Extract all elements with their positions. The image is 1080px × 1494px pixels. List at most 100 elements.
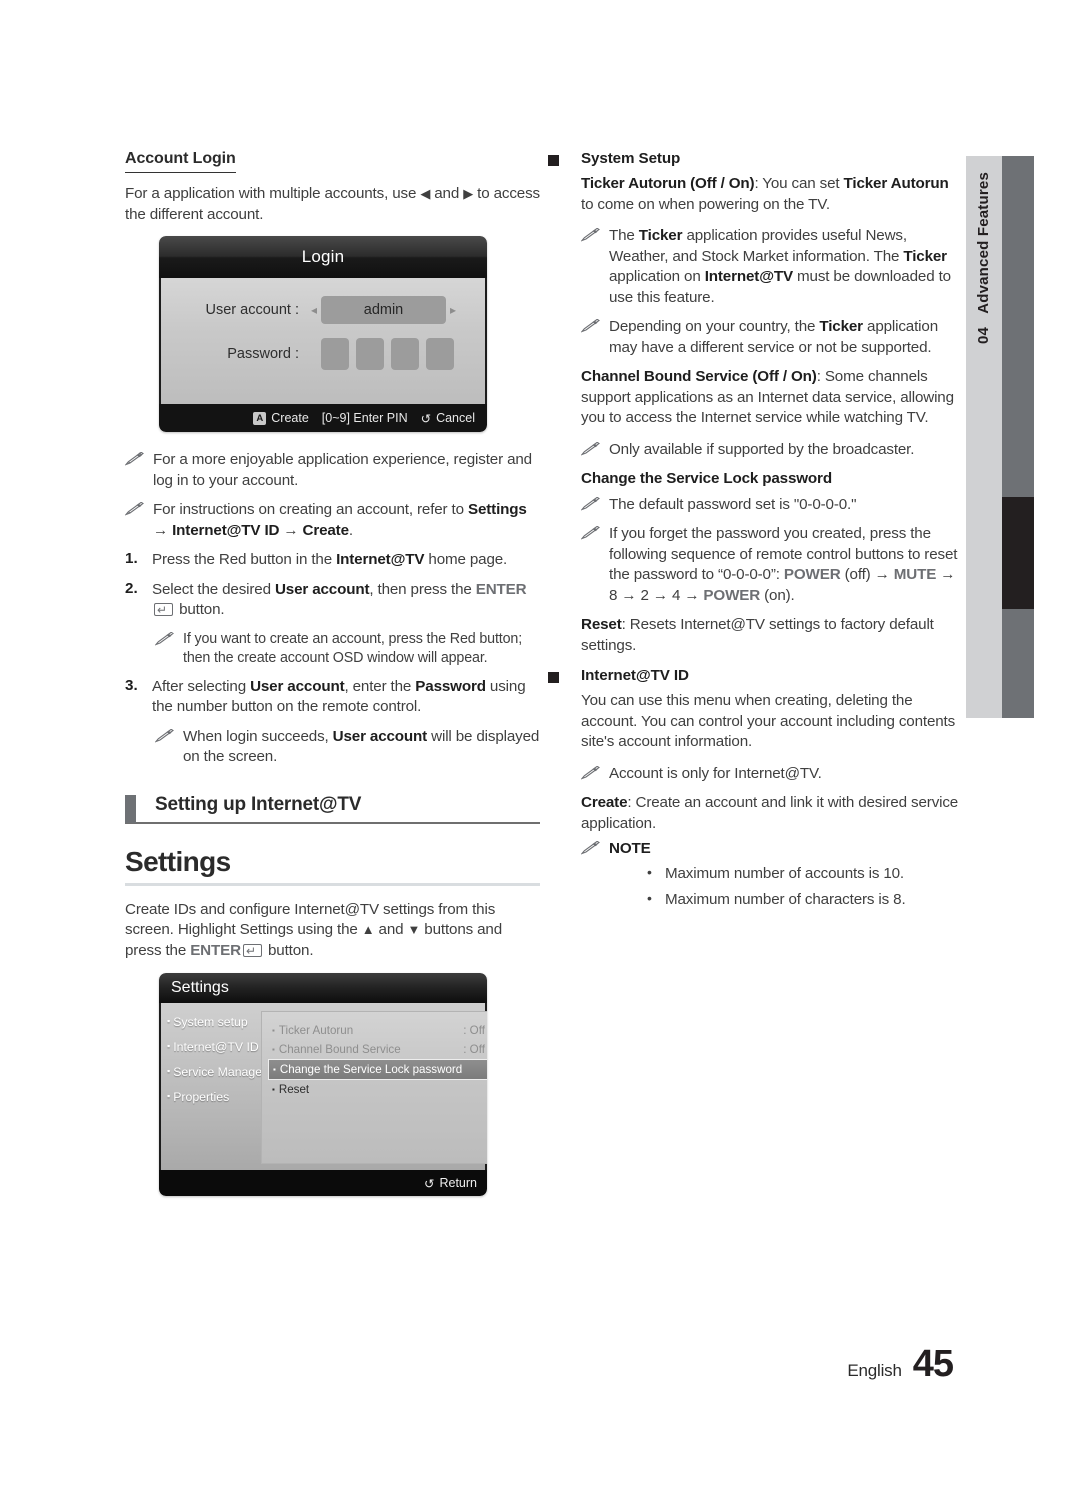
settings-heading-rule	[125, 882, 540, 886]
osd-sub-item-label: ▪ Channel Bound Service	[272, 1043, 463, 1056]
intro-text-2: and	[430, 185, 464, 202]
step-3-number: 3.	[125, 676, 138, 694]
step-3: 3. After selecting User account, enter t…	[125, 677, 540, 718]
channel-bound-service-paragraph: Channel Bound Service (Off / On): Some c…	[581, 367, 960, 429]
rnote1-c: application on	[609, 268, 705, 285]
settings-osd-footer: ↺ Return	[159, 1170, 487, 1196]
osd-sub-item-reset[interactable]: ▪ Reset	[268, 1080, 487, 1099]
osd-menu-item-service-manager[interactable]: ▪ Service Manager	[167, 1065, 266, 1079]
settings-intro-b: and	[374, 921, 408, 938]
note-bullet-max-characters: • Maximum number of characters is 8.	[647, 890, 960, 911]
note3-bold: User account	[332, 727, 428, 745]
note-create-account-path-text: For instructions on creating an account,…	[153, 500, 540, 541]
step2-c: button.	[175, 601, 225, 618]
note-ticker-application: The Ticker application provides useful N…	[581, 226, 960, 308]
note-login-succeeds-text: When login succeeds, User account will b…	[183, 727, 540, 768]
dot-bullet-icon: •	[647, 890, 652, 906]
osd-menu-item-label: Properties	[173, 1090, 230, 1104]
osd-menu-item-internet-tv-id[interactable]: ▪ Internet@TV ID	[167, 1040, 259, 1054]
cancel-action[interactable]: ↺ Cancel	[421, 411, 475, 426]
chapter-title: Advanced Features	[975, 172, 992, 314]
osd-menu-item-system-setup[interactable]: ▪ System setup	[167, 1015, 259, 1029]
footer-language: English	[847, 1361, 902, 1380]
account-login-heading: Account Login	[125, 150, 236, 173]
password-row: Password :	[161, 338, 485, 370]
create-paragraph: Create: Create an account and link it wi…	[581, 793, 960, 834]
account-login-intro: For a application with multiple accounts…	[125, 184, 540, 225]
return-icon: ↺	[420, 411, 432, 426]
pencil-note-icon	[581, 839, 609, 860]
note-register-login: For a more enjoyable application experie…	[125, 450, 540, 491]
bullet-icon: ▪	[167, 1016, 171, 1026]
lock2-b: (off) →	[840, 566, 894, 583]
cancel-action-label: Cancel	[436, 411, 475, 425]
create-text: : Create an account and link it with des…	[581, 794, 959, 832]
osd-menu-item-label: Service Manager	[173, 1065, 267, 1079]
note-heading-row: NOTE	[581, 839, 960, 860]
settings-intro-d: button.	[263, 941, 314, 959]
note2-text-a: For instructions on creating an account,…	[153, 501, 468, 518]
bullet-icon: ▪	[272, 1085, 275, 1094]
section-marker	[125, 794, 136, 823]
bullet-icon: ▪	[272, 1045, 275, 1054]
note2-period: .	[348, 521, 353, 539]
bullet-icon: ▪	[272, 1026, 275, 1035]
settings-enter-kw: ENTER	[190, 941, 241, 959]
login-osd-body: User account : ◂ admin ▸ Password :	[159, 278, 487, 404]
note-account-only: Account is only for Internet@TV.	[581, 764, 960, 785]
ticker-text-a: : You can set	[754, 175, 844, 192]
rnote2-a: Depending on your country, the	[609, 318, 820, 335]
bullet-icon: ▪	[167, 1066, 171, 1076]
settings-osd-screenshot: Settings ▪ System setup ▪ Internet@TV ID ▪…	[159, 973, 487, 1196]
footer-page-number: 45	[912, 1343, 954, 1385]
return-action[interactable]: ↺ Return	[424, 1176, 477, 1191]
rnote1-bold3: Internet@TV	[704, 268, 793, 285]
reset-paragraph: Reset: Resets Internet@TV settings to fa…	[581, 615, 960, 656]
step-2-text: Select the desired User account, then pr…	[152, 580, 540, 621]
osd-sub-item-text: Change the Service Lock password	[279, 1063, 463, 1076]
return-action-label: Return	[439, 1176, 477, 1190]
square-bullet-icon	[548, 672, 559, 683]
manual-page: 04 Advanced Features Account Login For a…	[0, 0, 1080, 1494]
bullet-icon: ▪	[167, 1091, 171, 1101]
pencil-note-icon	[581, 226, 609, 308]
next-account-arrow-icon[interactable]: ▸	[446, 303, 460, 317]
osd-menu-item-properties[interactable]: ▪ Properties	[167, 1090, 259, 1104]
ticker-autorun-paragraph: Ticker Autorun (Off / On): You can set T…	[581, 174, 960, 215]
prev-account-arrow-icon[interactable]: ◂	[307, 303, 321, 317]
mute-keyword: MUTE	[893, 566, 937, 583]
ticker-autorun-bold-2: Ticker Autorun	[843, 175, 949, 192]
note2-arrow-1: →	[153, 521, 173, 539]
note-password-reset-sequence-text: If you forget the password you created, …	[609, 524, 960, 606]
rnote2-bold: Ticker	[819, 318, 863, 335]
side-tab-text: 04 Advanced Features	[966, 156, 1002, 718]
step2-enter-kw: ENTER	[475, 580, 527, 598]
note2-arrow-2: →	[279, 521, 303, 539]
return-icon: ↺	[423, 1176, 435, 1191]
right-arrow-icon: ▶	[463, 186, 474, 201]
create-action[interactable]: A Create	[253, 411, 309, 425]
osd-sub-item-change-service-lock-password[interactable]: ▪ Change the Service Lock password	[268, 1059, 487, 1080]
service-lock-heading-text: Change the Service Lock password	[581, 470, 832, 487]
pencil-note-icon	[581, 764, 609, 785]
password-label: Password :	[227, 346, 299, 362]
osd-sub-item-label: ▪ Change the Service Lock password	[273, 1063, 462, 1076]
password-field[interactable]	[321, 338, 454, 370]
osd-sub-item-channel-bound-service[interactable]: ▪ Channel Bound Service: Off	[268, 1040, 487, 1059]
settings-osd-menu-list: ▪ System setup ▪ Internet@TV ID ▪ Service M…	[167, 1011, 266, 1164]
osd-sub-item-ticker-autorun[interactable]: ▪ Ticker Autorun: Off	[268, 1021, 487, 1040]
note2-settings: Settings	[467, 501, 527, 518]
internet-tv-id-heading: Internet@TV ID	[545, 667, 960, 684]
note-default-password-text: The default password set is "0-0-0-0."	[609, 495, 857, 513]
side-tab-black-marker	[1002, 497, 1034, 609]
pencil-note-icon	[125, 500, 153, 541]
enter-pin-action[interactable]: [0~9] Enter PIN	[322, 411, 408, 425]
step-1-number: 1.	[125, 550, 138, 567]
user-account-value[interactable]: admin	[321, 296, 446, 324]
osd-menu-item-label: System setup	[173, 1015, 248, 1029]
step2-b: , then press the	[369, 580, 476, 598]
password-digit-box	[356, 338, 384, 370]
osd-sub-item-text: Channel Bound Service	[278, 1043, 401, 1056]
note-ticker-country-text: Depending on your country, the Ticker ap…	[609, 317, 960, 358]
note-account-only-text: Account is only for Internet@TV.	[609, 764, 822, 782]
